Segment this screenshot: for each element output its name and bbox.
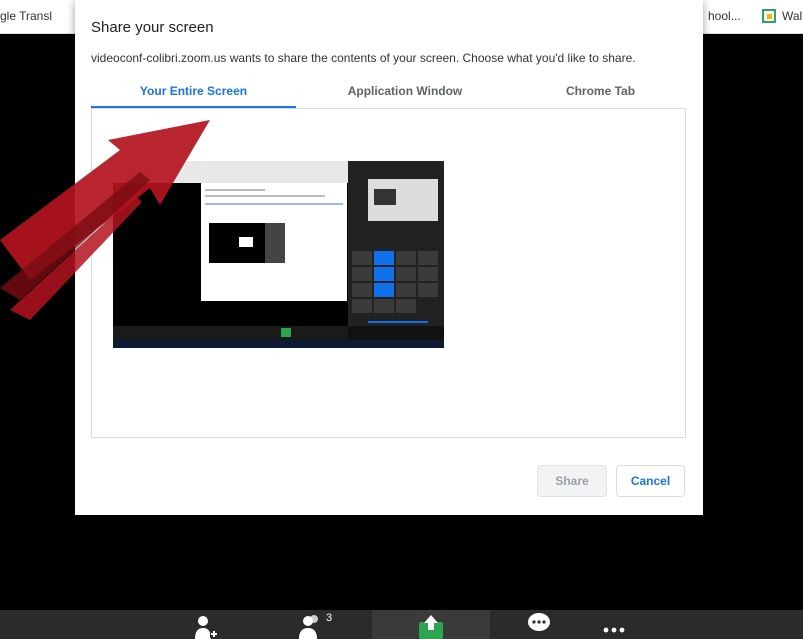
more-dots-icon [603,627,625,633]
participants-count: 3 [326,612,333,624]
share-screen-icon [419,615,443,639]
tab-entire-screen[interactable]: Your Entire Screen [91,84,296,108]
tab-application-window[interactable]: Application Window [296,84,514,108]
chat-icon [528,613,550,631]
share-screen-button[interactable] [372,610,490,639]
dialog-title: Share your screen [91,19,214,36]
bookmark-favicon-icon [762,9,776,23]
chat-button[interactable] [522,610,556,639]
dialog-description: videoconf-colibri.zoom.us wants to share… [91,51,636,65]
share-tabs: Your Entire Screen Application Window Ch… [91,84,687,108]
tab-chrome-tab[interactable]: Chrome Tab [514,84,687,108]
cancel-button[interactable]: Cancel [616,465,685,497]
more-button[interactable] [597,610,631,639]
bookmark-wal-label: Wal [782,9,803,23]
bookmark-wal[interactable]: Wal [762,9,802,23]
red-arrow-annotation [0,120,210,320]
participants-button[interactable]: 3 [296,610,336,639]
invite-button[interactable] [190,610,220,639]
participants-icon [299,615,318,639]
meeting-toolbar: 3 [0,610,803,639]
bookmark-school[interactable]: hool... [708,9,741,23]
share-button[interactable]: Share [537,465,607,497]
bookmark-google-translate[interactable]: gle Transl [0,9,52,23]
add-user-icon [195,616,218,639]
